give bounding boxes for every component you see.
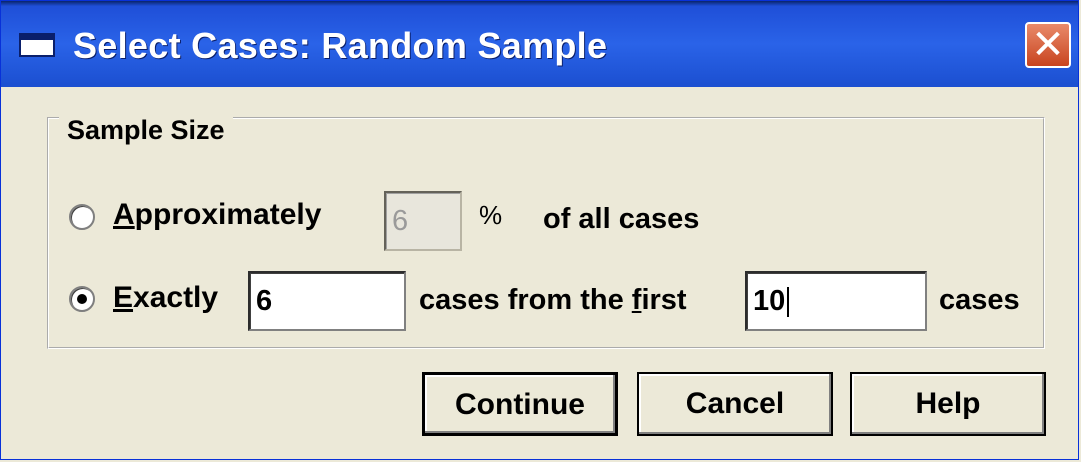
percent-symbol: % — [479, 200, 503, 230]
cases-from-text: cases from the — [419, 284, 632, 316]
cancel-button[interactable]: Cancel — [637, 372, 833, 436]
first-mnemonic: f — [631, 284, 642, 316]
exactly-label-rest: xactly — [133, 281, 219, 314]
dialog-window: Select Cases: Random Sample ✕ Sample Siz… — [0, 0, 1079, 460]
window-icon — [19, 33, 55, 57]
approximately-label-rest: pproximately — [134, 198, 322, 231]
cases-from-first-label: cases from the first — [419, 284, 687, 317]
percent-input: 6 — [384, 191, 462, 251]
close-icon: ✕ — [1031, 23, 1065, 67]
total-cases-value: 10 — [753, 285, 786, 317]
sample-size-legend: Sample Size — [59, 115, 233, 146]
exactly-label[interactable]: Exactly — [113, 281, 218, 315]
approximately-radio[interactable] — [69, 204, 95, 230]
exactly-mnemonic: E — [113, 281, 134, 314]
continue-button[interactable]: Continue — [422, 372, 618, 436]
window-title: Select Cases: Random Sample — [73, 25, 608, 66]
percent-value: 6 — [392, 205, 409, 237]
approximately-label[interactable]: Approximately — [113, 198, 321, 232]
close-button[interactable]: ✕ — [1025, 22, 1071, 68]
help-button[interactable]: Help — [850, 372, 1046, 436]
approximately-mnemonic: A — [113, 198, 135, 231]
exactly-radio[interactable] — [69, 286, 95, 312]
of-all-cases-label: of all cases — [543, 203, 700, 235]
exact-count-value: 6 — [256, 285, 273, 317]
cases-suffix-label: cases — [939, 284, 1020, 316]
total-cases-input[interactable]: 10 — [745, 271, 927, 331]
text-caret — [787, 287, 790, 318]
first-rest: irst — [641, 284, 687, 316]
exact-count-input[interactable]: 6 — [248, 271, 406, 331]
title-bar[interactable]: Select Cases: Random Sample ✕ — [1, 1, 1078, 87]
